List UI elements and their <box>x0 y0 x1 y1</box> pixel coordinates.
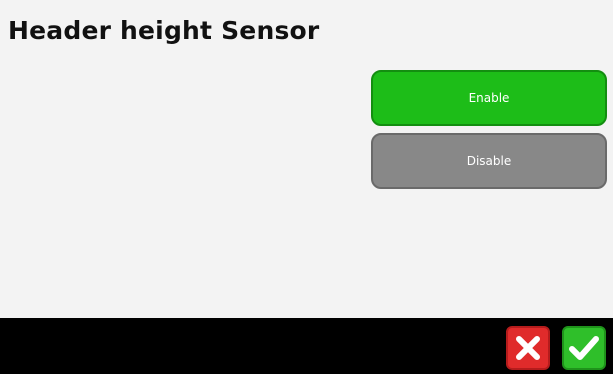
enable-button[interactable]: Enable <box>371 70 607 126</box>
disable-button-label: Disable <box>466 154 512 168</box>
disable-button[interactable]: Disable <box>371 133 607 189</box>
cancel-button[interactable] <box>506 326 550 370</box>
confirm-button[interactable] <box>562 326 606 370</box>
check-icon <box>569 336 599 360</box>
close-icon <box>516 336 540 360</box>
page-title: Header height Sensor <box>8 16 320 45</box>
sensor-settings-screen: Header height Sensor Enable Disable <box>0 0 613 374</box>
enable-button-label: Enable <box>468 91 510 105</box>
